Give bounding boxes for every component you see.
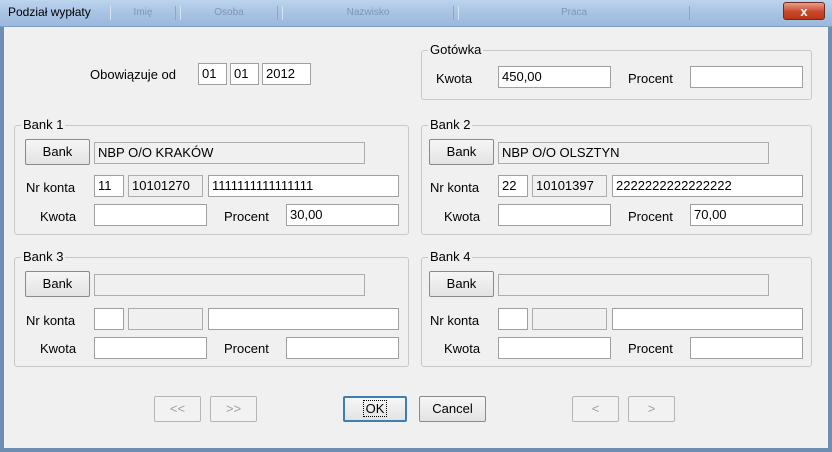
title-bar: Imię Osoba Nazwisko Praca Podział wypłat… bbox=[0, 0, 832, 27]
cash-amount-input[interactable]: 450,00 bbox=[498, 66, 611, 88]
bank-1-name-field: NBP O/O KRAKÓW bbox=[94, 142, 365, 164]
bank-3-percent-input[interactable] bbox=[286, 337, 399, 359]
cash-percent-input[interactable] bbox=[690, 66, 803, 88]
bank-2-select-button[interactable]: Bank bbox=[429, 139, 494, 165]
background-column-label: Imię bbox=[110, 6, 176, 20]
bank-3-amount-input[interactable] bbox=[94, 337, 207, 359]
bank-1-group-title: Bank 1 bbox=[21, 117, 66, 132]
bank-1-percent-label: Procent bbox=[224, 209, 269, 224]
ok-button[interactable]: OK bbox=[343, 396, 407, 422]
bank-4-amount-label: Kwota bbox=[444, 341, 481, 356]
bank-4-account-label: Nr konta bbox=[430, 313, 480, 328]
bank-4-account-part-2 bbox=[532, 308, 607, 330]
last-record-button[interactable]: >> bbox=[210, 396, 257, 422]
background-column-label: Nazwisko bbox=[282, 6, 454, 20]
bank-2-account-part-2: 10101397 bbox=[532, 175, 607, 197]
effective-date-label: Obowiązuje od bbox=[90, 67, 176, 82]
previous-record-button[interactable]: < bbox=[572, 396, 619, 422]
bank-2-account-label: Nr konta bbox=[430, 180, 480, 195]
bank-1-amount-input[interactable] bbox=[94, 204, 207, 226]
effective-day-input[interactable]: 01 bbox=[198, 63, 227, 85]
cancel-button[interactable]: Cancel bbox=[419, 396, 486, 422]
dialog-body: Obowiązuje od 01 01 2012 Gotówka Kwota 4… bbox=[4, 27, 828, 448]
bank-1-account-part-2: 10101270 bbox=[128, 175, 203, 197]
effective-year-input[interactable]: 2012 bbox=[262, 63, 311, 85]
bank-4-amount-input[interactable] bbox=[498, 337, 611, 359]
background-column-label: Praca bbox=[458, 6, 690, 20]
bank-3-amount-label: Kwota bbox=[40, 341, 77, 356]
first-record-button[interactable]: << bbox=[154, 396, 201, 422]
bank-4-account-number-input[interactable] bbox=[612, 308, 803, 330]
bank-2-percent-input[interactable]: 70,00 bbox=[690, 204, 803, 226]
bank-4-select-button[interactable]: Bank bbox=[429, 271, 494, 297]
bank-2-account-number-input[interactable]: 2222222222222222 bbox=[612, 175, 803, 197]
bank-2-group-title: Bank 2 bbox=[428, 117, 473, 132]
cash-percent-label: Procent bbox=[628, 71, 673, 86]
close-button[interactable]: x bbox=[783, 2, 825, 20]
bank-3-account-number-input[interactable] bbox=[208, 308, 399, 330]
bank-2-amount-label: Kwota bbox=[444, 209, 481, 224]
ok-button-label: OK bbox=[362, 400, 388, 417]
bank-3-name-field bbox=[94, 274, 365, 296]
bank-3-account-part-2 bbox=[128, 308, 203, 330]
bank-2-account-part-1[interactable]: 22 bbox=[498, 175, 528, 197]
bank-1-amount-label: Kwota bbox=[40, 209, 77, 224]
cash-amount-label: Kwota bbox=[436, 71, 473, 86]
bank-4-account-part-1[interactable] bbox=[498, 308, 528, 330]
bank-3-account-label: Nr konta bbox=[26, 313, 76, 328]
bank-1-percent-input[interactable]: 30,00 bbox=[286, 204, 399, 226]
bank-4-name-field bbox=[498, 274, 769, 296]
bank-2-name-field: NBP O/O OLSZTYN bbox=[498, 142, 769, 164]
cash-group-title: Gotówka bbox=[428, 42, 484, 57]
bank-4-group-title: Bank 4 bbox=[428, 249, 473, 264]
window-title: Podział wypłaty bbox=[8, 5, 91, 19]
next-record-button[interactable]: > bbox=[628, 396, 675, 422]
bank-3-percent-label: Procent bbox=[224, 341, 269, 356]
bank-4-percent-label: Procent bbox=[628, 341, 673, 356]
bank-4-percent-input[interactable] bbox=[690, 337, 803, 359]
bank-3-group-title: Bank 3 bbox=[21, 249, 66, 264]
background-column-label: Osoba bbox=[180, 6, 278, 20]
bank-1-account-label: Nr konta bbox=[26, 180, 76, 195]
bank-2-amount-input[interactable] bbox=[498, 204, 611, 226]
bank-3-account-part-1[interactable] bbox=[94, 308, 124, 330]
bank-1-account-part-1[interactable]: 11 bbox=[94, 175, 124, 197]
bank-2-percent-label: Procent bbox=[628, 209, 673, 224]
bank-3-select-button[interactable]: Bank bbox=[25, 271, 90, 297]
effective-month-input[interactable]: 01 bbox=[230, 63, 259, 85]
bank-1-select-button[interactable]: Bank bbox=[25, 139, 90, 165]
bank-1-account-number-input[interactable]: 1111111111111111 bbox=[208, 175, 399, 197]
